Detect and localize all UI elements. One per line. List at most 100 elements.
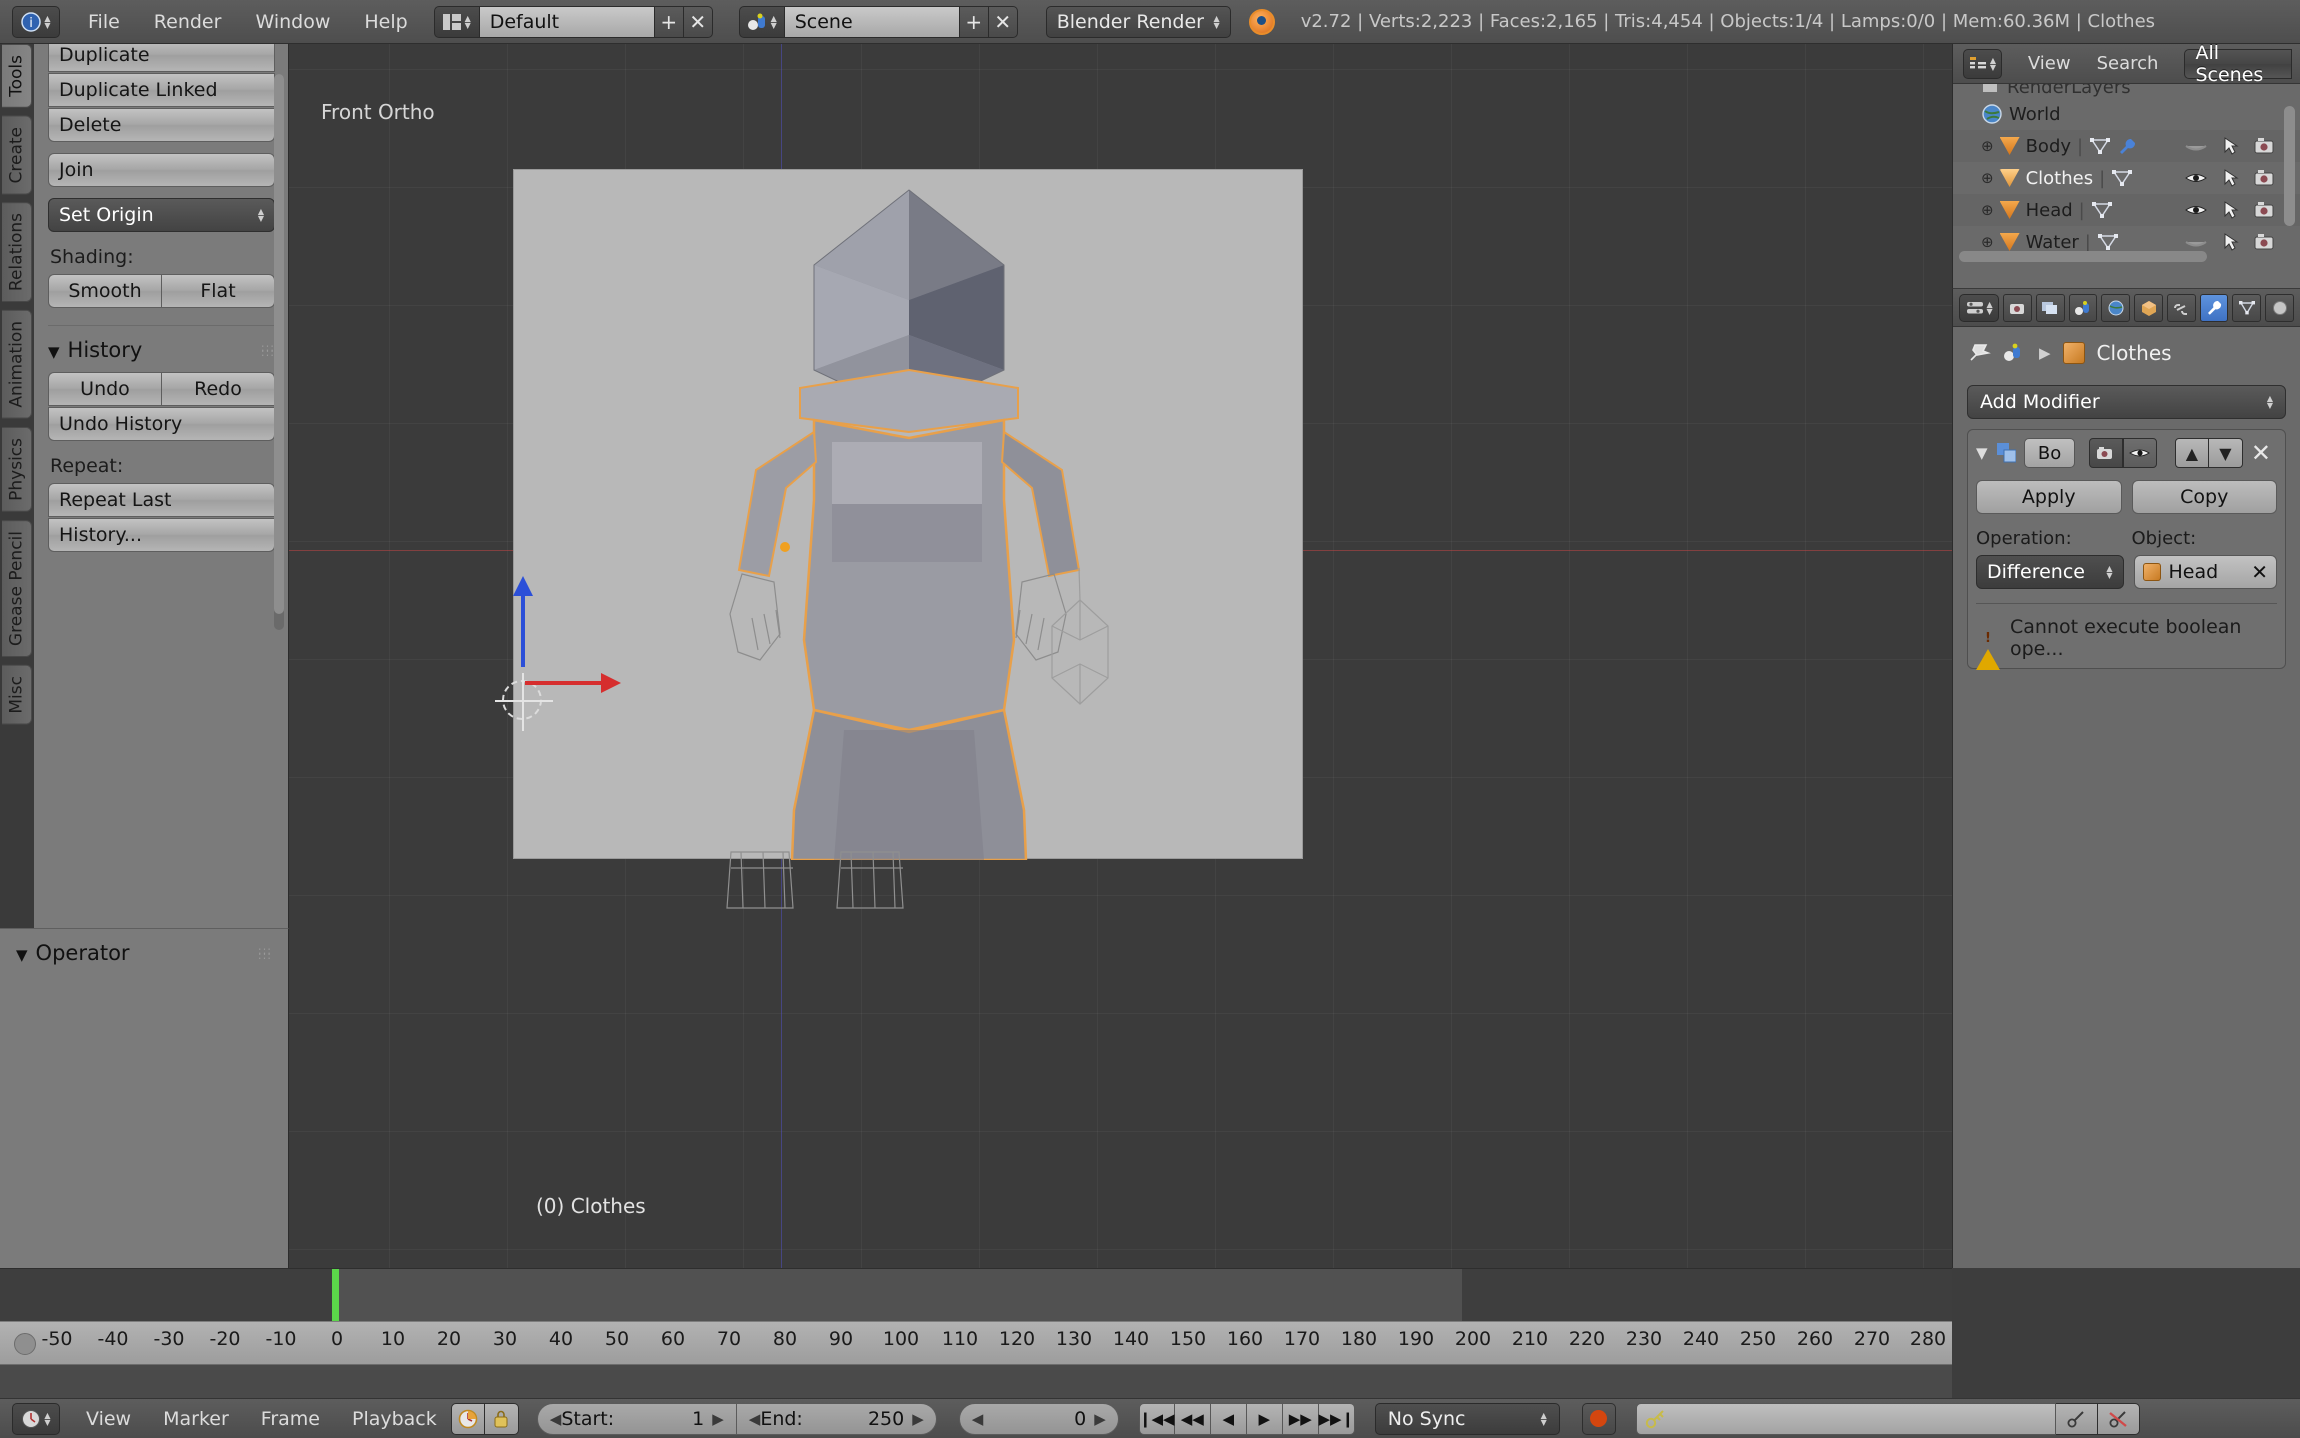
move-down-icon[interactable]: ▼: [2208, 438, 2243, 468]
properties-tab-object[interactable]: [2134, 293, 2163, 322]
tab-relations[interactable]: Relations: [2, 202, 32, 303]
eye-closed-icon[interactable]: [2184, 139, 2208, 153]
keying-set-field[interactable]: [1635, 1402, 2056, 1435]
tool-panel-scrollbar[interactable]: [274, 74, 284, 630]
add-modifier-dropdown[interactable]: Add Modifier ▲ ▼: [1967, 385, 2286, 419]
outliner-menu-view[interactable]: View: [2028, 53, 2071, 74]
viewport-visibility-icon[interactable]: [2122, 438, 2157, 468]
shade-flat-button[interactable]: Flat: [161, 274, 275, 308]
outliner-editor-icon[interactable]: ▲ ▼: [1963, 48, 2002, 79]
chevron-left-icon[interactable]: ◀: [972, 1410, 984, 1428]
cursor-arrow-icon[interactable]: [2222, 233, 2240, 251]
wrench-icon[interactable]: [2117, 137, 2137, 155]
outliner-horizontal-scrollbar[interactable]: [1959, 251, 2207, 262]
current-frame-field[interactable]: ◀ 0 ▶: [958, 1402, 1119, 1435]
move-up-icon[interactable]: ▲: [2174, 438, 2209, 468]
timeline-ruler[interactable]: -50 -40 -30 -20 -10 0 10 20 30 40 50 60 …: [0, 1321, 1952, 1365]
menu-file[interactable]: File: [88, 11, 120, 33]
delete-keyframe-icon[interactable]: [2097, 1402, 2140, 1435]
camera-icon[interactable]: [2254, 169, 2276, 187]
chevron-right-icon[interactable]: ▶: [712, 1410, 724, 1428]
duplicate-linked-button[interactable]: Duplicate Linked: [48, 73, 275, 107]
mesh-data-icon[interactable]: [2111, 169, 2133, 187]
chevron-left-icon[interactable]: ◀: [550, 1410, 562, 1428]
tab-animation[interactable]: Animation: [2, 310, 32, 420]
timeline-menu-view[interactable]: View: [86, 1408, 131, 1430]
repeat-last-button[interactable]: Repeat Last: [48, 483, 275, 517]
set-origin-dropdown[interactable]: Set Origin ▲ ▼: [48, 198, 275, 232]
fast-forward-icon[interactable]: ▶▶: [1282, 1402, 1319, 1435]
properties-tab-data[interactable]: [2232, 293, 2262, 322]
timeline-editor-icon[interactable]: ▲ ▼: [12, 1402, 60, 1435]
timeline-scroll-knob[interactable]: [14, 1333, 36, 1355]
mesh-data-icon[interactable]: [2097, 233, 2119, 251]
start-frame-field[interactable]: ◀ Start: 1 ▶: [536, 1402, 737, 1435]
properties-tab-material[interactable]: [2265, 293, 2294, 322]
collapse-triangle-icon[interactable]: ▼: [1976, 444, 1988, 462]
screen-layout-value[interactable]: Default: [479, 5, 655, 38]
duplicate-button[interactable]: Duplicate: [48, 44, 275, 72]
cursor-arrow-icon[interactable]: [2222, 201, 2240, 219]
sync-mode-dropdown[interactable]: No Sync ▲ ▼: [1374, 1402, 1560, 1435]
camera-icon[interactable]: [2254, 201, 2276, 219]
join-button[interactable]: Join: [48, 153, 275, 187]
properties-tab-modifiers[interactable]: [2199, 293, 2229, 322]
outliner-row-head[interactable]: ⊕ Head |: [1953, 194, 2300, 226]
jump-start-icon[interactable]: ❙◀◀: [1138, 1402, 1175, 1435]
screen-layout-icon[interactable]: ▲ ▼: [433, 5, 480, 38]
properties-tab-render[interactable]: [2003, 293, 2032, 322]
autokey-icon[interactable]: [450, 1402, 485, 1435]
outliner-vertical-scrollbar[interactable]: [2284, 106, 2295, 226]
outliner-row-clothes[interactable]: ⊕ Clothes |: [1953, 162, 2300, 194]
mesh-data-icon[interactable]: [2091, 201, 2113, 219]
apply-modifier-button[interactable]: Apply: [1976, 480, 2122, 514]
manipulator-x-axis[interactable]: [525, 681, 603, 685]
boolean-object-field[interactable]: Head ✕: [2133, 555, 2277, 589]
manipulator-z-arrow[interactable]: [513, 576, 533, 596]
end-frame-field[interactable]: ◀ End: 250 ▶: [736, 1402, 937, 1435]
chevron-left-icon[interactable]: ◀: [749, 1410, 761, 1428]
manipulator-x-arrow[interactable]: [601, 673, 621, 693]
redo-button[interactable]: Redo: [161, 372, 275, 406]
undo-history-button[interactable]: Undo History: [48, 407, 275, 441]
play-icon[interactable]: ▶: [1246, 1402, 1283, 1435]
eye-open-icon[interactable]: [2184, 202, 2208, 218]
scene-value[interactable]: Scene: [784, 5, 960, 38]
menu-help[interactable]: Help: [364, 11, 407, 33]
delete-modifier-icon[interactable]: ✕: [2251, 439, 2277, 467]
manipulator-z-axis[interactable]: [521, 589, 525, 667]
outliner-row-renderlayers[interactable]: RenderLayers: [1953, 84, 2300, 98]
tab-create[interactable]: Create: [2, 115, 32, 195]
rewind-icon[interactable]: ◀◀: [1174, 1402, 1211, 1435]
expand-icon[interactable]: ⊕: [1981, 201, 1994, 219]
outliner-tree[interactable]: RenderLayers World ⊕ Body | ⊕ Clothes | …: [1953, 84, 2300, 264]
tab-tools[interactable]: Tools: [2, 44, 32, 108]
pin-icon[interactable]: [1967, 342, 1991, 364]
timeline-menu-playback[interactable]: Playback: [352, 1408, 437, 1430]
undo-button[interactable]: Undo: [48, 372, 161, 406]
boolean-operation-dropdown[interactable]: Difference ▲ ▼: [1976, 555, 2124, 589]
add-layout-button[interactable]: +: [654, 5, 684, 38]
outliner-row-world[interactable]: World: [1953, 98, 2300, 130]
properties-tab-render-layers[interactable]: [2035, 293, 2065, 322]
chevron-right-icon[interactable]: ▶: [1094, 1410, 1106, 1428]
scene-icon[interactable]: ▲ ▼: [738, 5, 785, 38]
properties-tab-scene[interactable]: [2068, 293, 2098, 322]
history-panel-header[interactable]: ▼ History ::::::: [48, 325, 275, 362]
camera-icon[interactable]: [2254, 233, 2276, 251]
remove-layout-button[interactable]: ✕: [683, 5, 713, 38]
menu-window[interactable]: Window: [255, 11, 330, 33]
expand-icon[interactable]: ⊕: [1981, 169, 1994, 187]
outliner-menu-search[interactable]: Search: [2097, 53, 2159, 74]
remove-scene-button[interactable]: ✕: [988, 5, 1018, 38]
timeline-playhead[interactable]: [332, 1269, 339, 1321]
tab-grease-pencil[interactable]: Grease Pencil: [2, 520, 32, 658]
mesh-data-icon[interactable]: [2089, 137, 2111, 155]
play-reverse-icon[interactable]: ◀: [1210, 1402, 1247, 1435]
timeline-editor[interactable]: -50 -40 -30 -20 -10 0 10 20 30 40 50 60 …: [0, 1268, 1952, 1398]
shade-smooth-button[interactable]: Smooth: [48, 274, 161, 308]
render-visibility-icon[interactable]: [2088, 438, 2123, 468]
camera-icon[interactable]: [2254, 137, 2276, 155]
operator-panel-header[interactable]: ▼ Operator ::::::: [0, 929, 288, 965]
tab-physics[interactable]: Physics: [2, 427, 32, 513]
